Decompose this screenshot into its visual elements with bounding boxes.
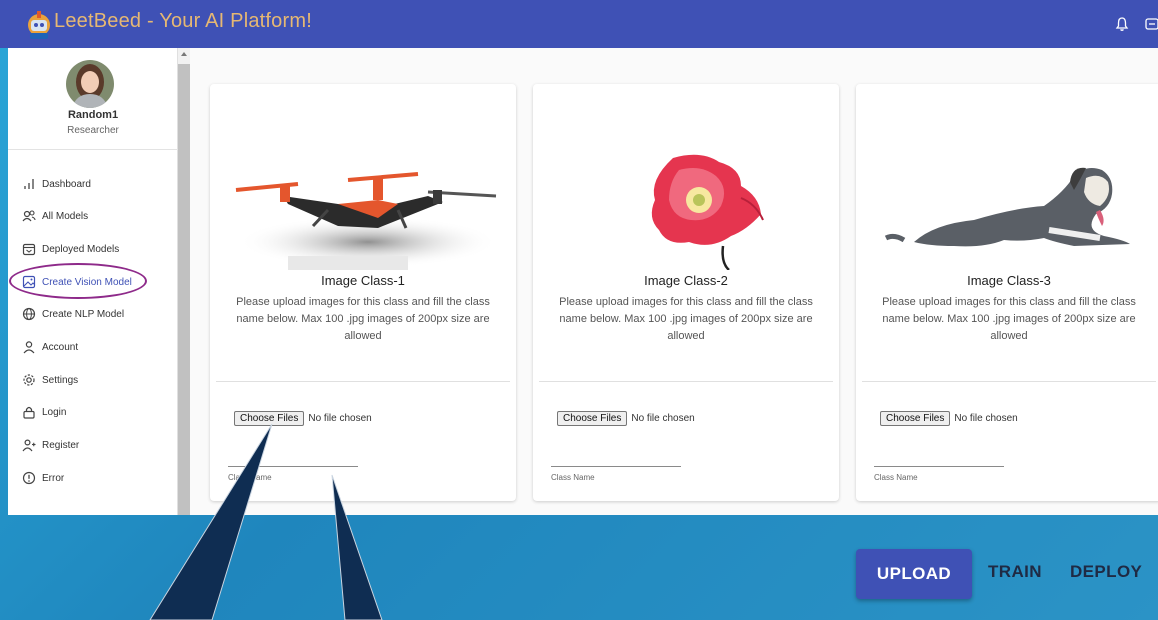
upload-button[interactable]: UPLOAD (856, 549, 972, 599)
sidebar-item-error[interactable]: Error (22, 468, 172, 488)
user-plus-icon (22, 439, 36, 452)
avatar[interactable] (66, 60, 114, 108)
class-name-input[interactable] (874, 466, 1004, 467)
app-title: LeetBeed - Your AI Platform! (54, 10, 312, 32)
alert-circle-icon (22, 471, 36, 485)
lock-icon (23, 406, 35, 419)
bell-icon[interactable] (1114, 16, 1130, 32)
choose-files-button[interactable]: Choose Files (557, 411, 628, 426)
robot-logo-icon (28, 11, 50, 39)
sidebar-item-deployed-models[interactable]: Deployed Models (22, 239, 172, 259)
choose-files-button[interactable]: Choose Files (880, 411, 951, 426)
class-name-label: Class Name (874, 473, 918, 482)
globe-icon (22, 307, 36, 321)
sidebar-item-label: Dashboard (42, 178, 91, 190)
deploy-button[interactable]: DEPLOY (1070, 562, 1142, 582)
file-upload: Choose Files No file chosen (234, 411, 372, 426)
scroll-up-arrow-icon[interactable] (181, 52, 187, 56)
sidebar-item-create-nlp-model[interactable]: Create NLP Model (22, 304, 172, 324)
file-upload: Choose Files No file chosen (880, 411, 1018, 426)
user-icon (23, 341, 35, 354)
poppy-flower-image (651, 154, 764, 270)
user-role: Researcher (67, 125, 119, 136)
card-description: Please upload images for this class and … (882, 296, 1136, 342)
class-name-input[interactable] (228, 466, 358, 467)
sidebar-scrollbar-thumb[interactable] (178, 64, 190, 515)
card-divider (216, 381, 510, 382)
sidebar-divider (8, 149, 178, 150)
file-status: No file chosen (954, 413, 1018, 424)
card-description: Please upload images for this class and … (559, 296, 813, 342)
drone-image (235, 172, 498, 270)
menu-icon[interactable] (1145, 16, 1158, 32)
app-bar: LeetBeed - Your AI Platform! (0, 0, 1158, 48)
sidebar-item-label: Create NLP Model (42, 308, 125, 320)
sidebar-item-dashboard[interactable]: Dashboard (22, 174, 172, 194)
card-divider (539, 381, 833, 382)
image-class-card-3: Image Class-3 Please upload images for t… (856, 84, 1158, 501)
dog-image (884, 167, 1130, 247)
file-upload: Choose Files No file chosen (557, 411, 695, 426)
sidebar-item-all-models[interactable]: All Models (22, 206, 172, 226)
choose-files-button[interactable]: Choose Files (234, 411, 305, 426)
class-name-label: Class Name (551, 473, 595, 482)
user-name: Random1 (67, 109, 119, 121)
sidebar-item-settings[interactable]: Settings (22, 370, 172, 390)
gear-icon (23, 374, 35, 386)
class-name-label: Class Name (228, 473, 272, 482)
sidebar-item-account[interactable]: Account (22, 337, 172, 357)
card-divider (862, 381, 1156, 382)
sidebar-item-login[interactable]: Login (22, 402, 172, 422)
sidebar-item-register[interactable]: Register (22, 435, 172, 455)
card-title: Image Class-2 (644, 273, 728, 288)
card-description: Please upload images for this class and … (236, 296, 490, 342)
sidebar-item-label: All Models (42, 210, 89, 222)
bar-chart-icon (24, 179, 34, 189)
sidebar-item-label: Account (42, 341, 79, 353)
highlight-ring (9, 263, 147, 299)
card-title: Image Class-3 (967, 273, 1051, 288)
sidebar-item-label: Register (42, 439, 80, 451)
card-title: Image Class-1 (321, 273, 405, 288)
sidebar-item-label: Login (42, 406, 67, 418)
train-button[interactable]: TRAIN (988, 562, 1042, 582)
image-class-card-2: Image Class-2 Please upload images for t… (533, 84, 839, 501)
file-status: No file chosen (308, 413, 372, 424)
file-status: No file chosen (631, 413, 695, 424)
sidebar-item-label: Settings (42, 374, 79, 386)
sidebar-item-label: Error (42, 472, 65, 484)
calendar-icon (22, 243, 36, 256)
users-icon (22, 210, 36, 222)
sidebar-item-label: Deployed Models (42, 243, 120, 255)
image-class-card-1: Image Class-1 Please upload images for t… (210, 84, 516, 501)
class-name-input[interactable] (551, 466, 681, 467)
